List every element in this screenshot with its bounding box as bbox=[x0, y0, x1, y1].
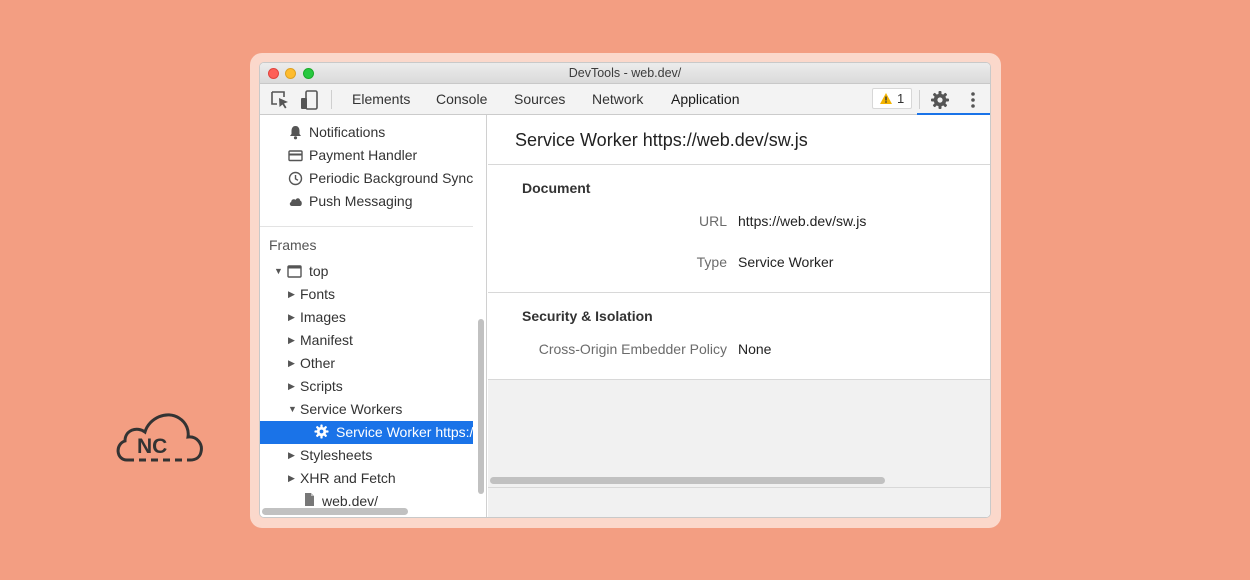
frame-window-icon bbox=[287, 265, 302, 278]
sidebar-item-label: Payment Handler bbox=[309, 147, 418, 163]
section-document: Document bbox=[522, 180, 591, 196]
gear-icon[interactable] bbox=[929, 89, 951, 111]
sidebar-item-label: Fonts bbox=[300, 286, 336, 302]
sidebar-item-label: Other bbox=[300, 355, 336, 371]
type-label: Type bbox=[696, 254, 727, 270]
url-value: https://web.dev/sw.js bbox=[738, 213, 867, 229]
tab-elements[interactable]: Elements bbox=[352, 84, 410, 115]
application-sidebar: Notifications Payment Handler Periodic B… bbox=[260, 115, 487, 517]
sidebar-item-label: top bbox=[309, 263, 329, 279]
sidebar-item-label: Notifications bbox=[309, 124, 386, 140]
sidebar-horizontal-scrollbar[interactable] bbox=[262, 508, 408, 515]
credit-card-icon bbox=[288, 150, 303, 162]
tab-network[interactable]: Network bbox=[592, 84, 643, 115]
service-worker-details-panel: Service Worker https://web.dev/sw.js Doc… bbox=[488, 115, 990, 517]
cloud-icon bbox=[289, 198, 302, 206]
tab-application[interactable]: Application bbox=[671, 84, 740, 115]
main-horizontal-scrollbar[interactable] bbox=[490, 477, 885, 484]
warnings-count: 1 bbox=[897, 91, 905, 106]
collapsed-arrow-icon[interactable]: ▶ bbox=[288, 375, 295, 397]
empty-area bbox=[488, 380, 990, 517]
bottom-divider bbox=[488, 487, 990, 488]
sidebar-item-label: Images bbox=[300, 309, 346, 325]
sidebar-item-label: XHR and Fetch bbox=[300, 470, 396, 486]
inspect-element-icon[interactable] bbox=[269, 89, 291, 111]
title-divider bbox=[488, 164, 990, 165]
kebab-menu-icon[interactable] bbox=[962, 89, 984, 111]
gear-icon bbox=[314, 424, 329, 439]
coep-label: Cross-Origin Embedder Policy bbox=[538, 341, 727, 357]
collapsed-arrow-icon[interactable]: ▶ bbox=[288, 283, 295, 305]
sidebar-item-label: Scripts bbox=[300, 378, 343, 394]
logo-text: NC bbox=[137, 435, 167, 458]
section-divider bbox=[488, 292, 990, 293]
toolbar-separator bbox=[331, 90, 332, 109]
toolbar-separator bbox=[919, 90, 920, 109]
url-label: URL bbox=[698, 213, 727, 229]
sidebar-item-label: Periodic Background Sync bbox=[309, 170, 474, 186]
warning-icon bbox=[880, 93, 892, 104]
sidebar-item-label: Service Workers bbox=[300, 401, 403, 417]
warnings-badge[interactable]: 1 bbox=[872, 88, 912, 109]
collapsed-arrow-icon[interactable]: ▶ bbox=[288, 306, 295, 328]
device-toolbar-icon[interactable] bbox=[298, 89, 320, 111]
collapsed-arrow-icon[interactable]: ▶ bbox=[288, 444, 295, 466]
clipped-sidebar-item bbox=[288, 115, 418, 117]
nc-cloud-logo: NC bbox=[116, 413, 203, 462]
sidebar-item-label: Stylesheets bbox=[300, 447, 373, 463]
collapsed-arrow-icon[interactable]: ▶ bbox=[288, 352, 295, 374]
sidebar-item-label: Push Messaging bbox=[309, 193, 413, 209]
window-title: DevTools - web.dev/ bbox=[568, 66, 682, 80]
bell-icon bbox=[290, 126, 301, 140]
type-value: Service Worker bbox=[738, 254, 834, 270]
sidebar-item-label: Manifest bbox=[300, 332, 353, 348]
sidebar-item-label: Service Worker https:// bbox=[336, 424, 478, 440]
document-icon bbox=[305, 493, 314, 506]
collapsed-arrow-icon[interactable]: ▶ bbox=[288, 467, 295, 489]
title-bar: DevTools - web.dev/ bbox=[260, 63, 990, 84]
expanded-arrow-icon[interactable]: ▼ bbox=[288, 398, 297, 420]
collapsed-arrow-icon[interactable]: ▶ bbox=[288, 329, 295, 351]
coep-value: None bbox=[738, 341, 772, 357]
clock-icon bbox=[288, 171, 303, 186]
sidebar-section-frames: Frames bbox=[269, 237, 317, 253]
devtools-window: DevTools - web.dev/ Elements Console Sou… bbox=[259, 62, 991, 518]
page-title: Service Worker https://web.dev/sw.js bbox=[515, 130, 808, 150]
tab-console[interactable]: Console bbox=[436, 84, 487, 115]
section-security-isolation: Security & Isolation bbox=[522, 308, 653, 324]
devtools-toolbar: Elements Console Sources Network Applica… bbox=[260, 84, 990, 115]
expanded-arrow-icon[interactable]: ▼ bbox=[274, 260, 283, 282]
sidebar-divider bbox=[260, 226, 473, 227]
tab-sources[interactable]: Sources bbox=[514, 84, 565, 115]
sidebar-vertical-scrollbar[interactable] bbox=[478, 319, 484, 494]
